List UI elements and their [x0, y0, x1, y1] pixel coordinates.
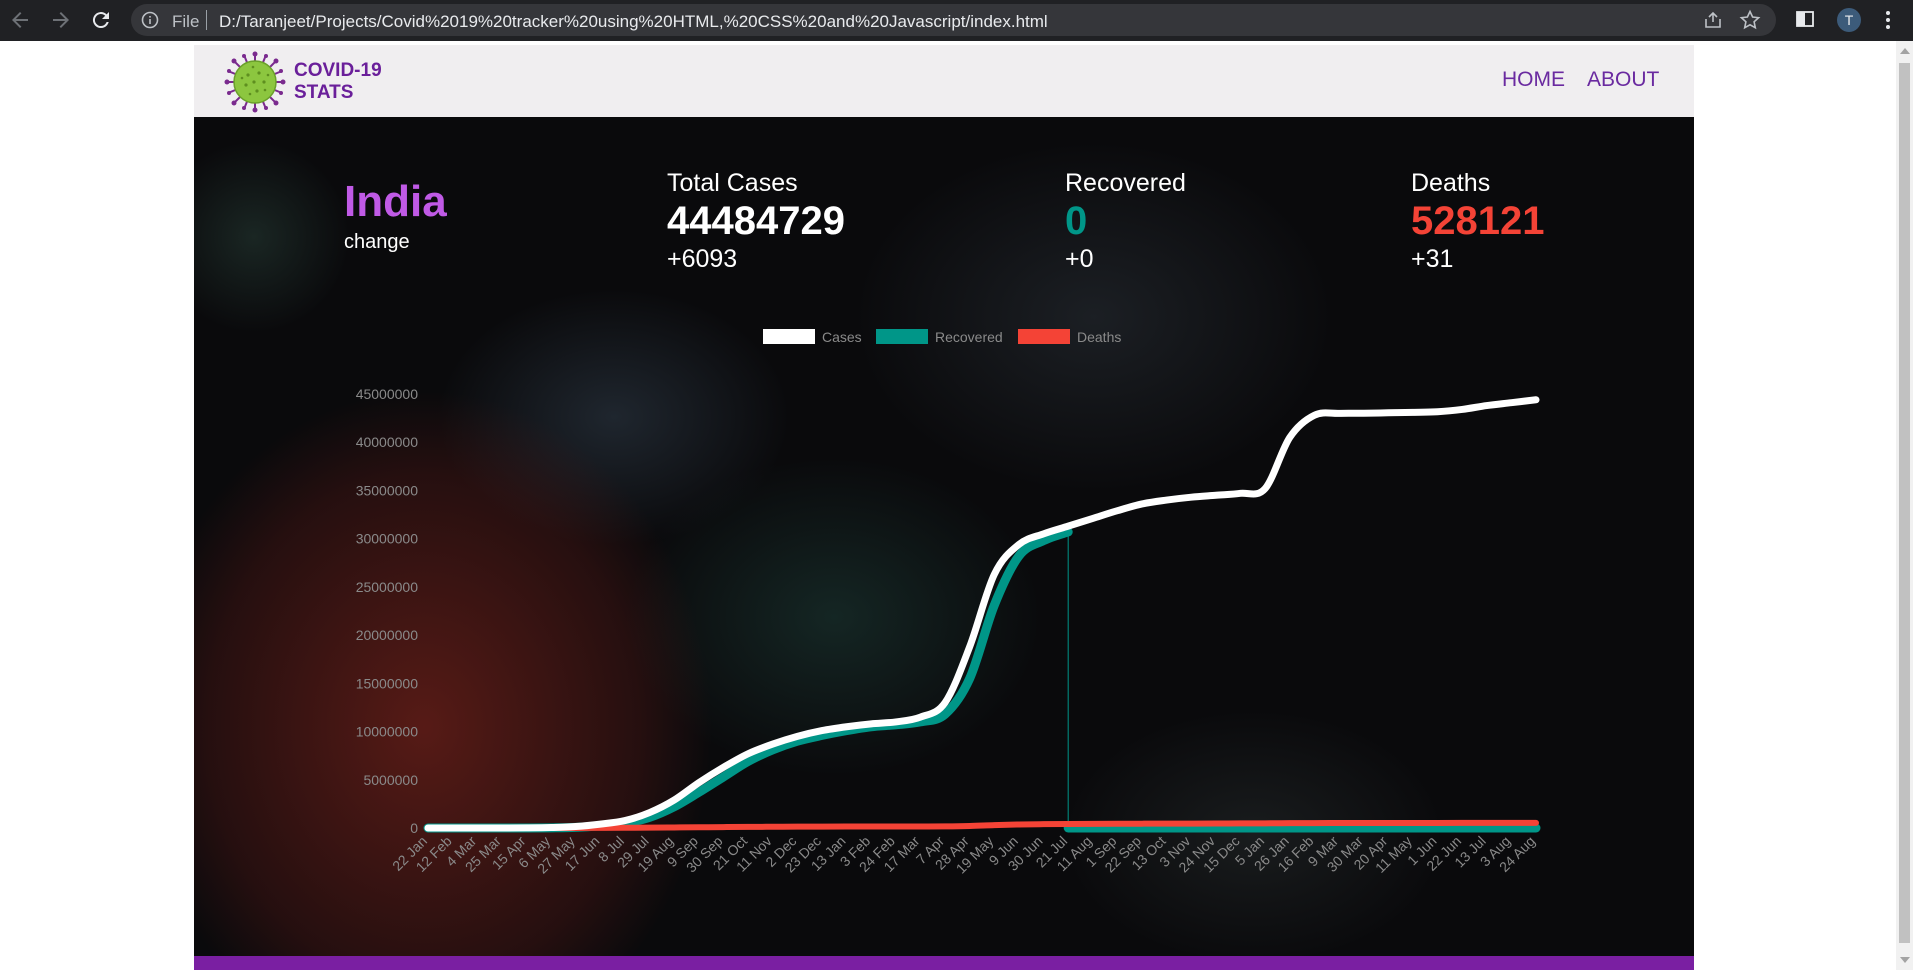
- y-tick-label: 30000000: [356, 531, 419, 547]
- url-divider: [206, 10, 207, 30]
- legend-label: Deaths: [1077, 329, 1121, 345]
- browser-toolbar: File D:/Taranjeet/Projects/Covid%2019%20…: [0, 0, 1913, 41]
- legend-label: Recovered: [935, 329, 1003, 345]
- brand-line-2: STATS: [294, 82, 354, 103]
- brand-line-1: COVID-19: [294, 60, 382, 81]
- page-viewport: COVID-19 STATS HOME ABOUT India change T…: [0, 41, 1913, 970]
- scroll-down-arrow-icon[interactable]: [1900, 957, 1910, 963]
- nav-about-link[interactable]: ABOUT: [1587, 68, 1659, 92]
- profile-avatar[interactable]: T: [1837, 8, 1861, 32]
- scrollbar-thumb[interactable]: [1899, 63, 1910, 943]
- share-icon[interactable]: [1703, 10, 1723, 30]
- page-scrollbar[interactable]: [1896, 41, 1913, 970]
- y-tick-label: 40000000: [356, 434, 419, 450]
- more-menu-icon[interactable]: [1878, 9, 1898, 31]
- nav-home-link[interactable]: HOME: [1502, 68, 1565, 92]
- side-panel-icon[interactable]: [1795, 9, 1815, 29]
- legend-swatch: [1018, 329, 1070, 344]
- info-icon[interactable]: [141, 11, 159, 29]
- legend-swatch: [876, 329, 928, 344]
- bookmark-star-icon[interactable]: [1739, 9, 1761, 31]
- url-scheme-label: File: [172, 12, 200, 31]
- site-container: COVID-19 STATS HOME ABOUT India change T…: [194, 45, 1694, 970]
- footer-strip: [194, 956, 1694, 970]
- forward-arrow-icon[interactable]: [49, 8, 73, 32]
- back-arrow-icon[interactable]: [8, 8, 32, 32]
- y-tick-label: 15000000: [356, 675, 419, 691]
- legend-swatch: [763, 329, 815, 344]
- cases-series-line: [424, 396, 1540, 832]
- y-tick-label: 35000000: [356, 482, 419, 498]
- y-tick-label: 20000000: [356, 627, 419, 643]
- reload-icon[interactable]: [89, 8, 113, 32]
- recovered-series-line: [423, 527, 1073, 833]
- y-tick-label: 10000000: [356, 724, 419, 740]
- y-tick-label: 5000000: [363, 772, 418, 788]
- stats-hero: India change Total Cases 44484729 +6093 …: [194, 117, 1694, 956]
- brand-name[interactable]: COVID-19 STATS: [294, 60, 382, 104]
- site-header: COVID-19 STATS HOME ABOUT: [194, 45, 1694, 117]
- virus-logo-icon[interactable]: [224, 51, 286, 113]
- covid-line-chart[interactable]: 0500000010000000150000002000000025000000…: [194, 117, 1694, 956]
- url-text[interactable]: D:/Taranjeet/Projects/Covid%2019%20track…: [219, 12, 1048, 32]
- scroll-up-arrow-icon[interactable]: [1900, 48, 1910, 54]
- legend-label: Cases: [822, 329, 862, 345]
- y-tick-label: 25000000: [356, 579, 419, 595]
- y-tick-label: 45000000: [356, 386, 419, 402]
- address-bar[interactable]: File D:/Taranjeet/Projects/Covid%2019%20…: [131, 4, 1776, 36]
